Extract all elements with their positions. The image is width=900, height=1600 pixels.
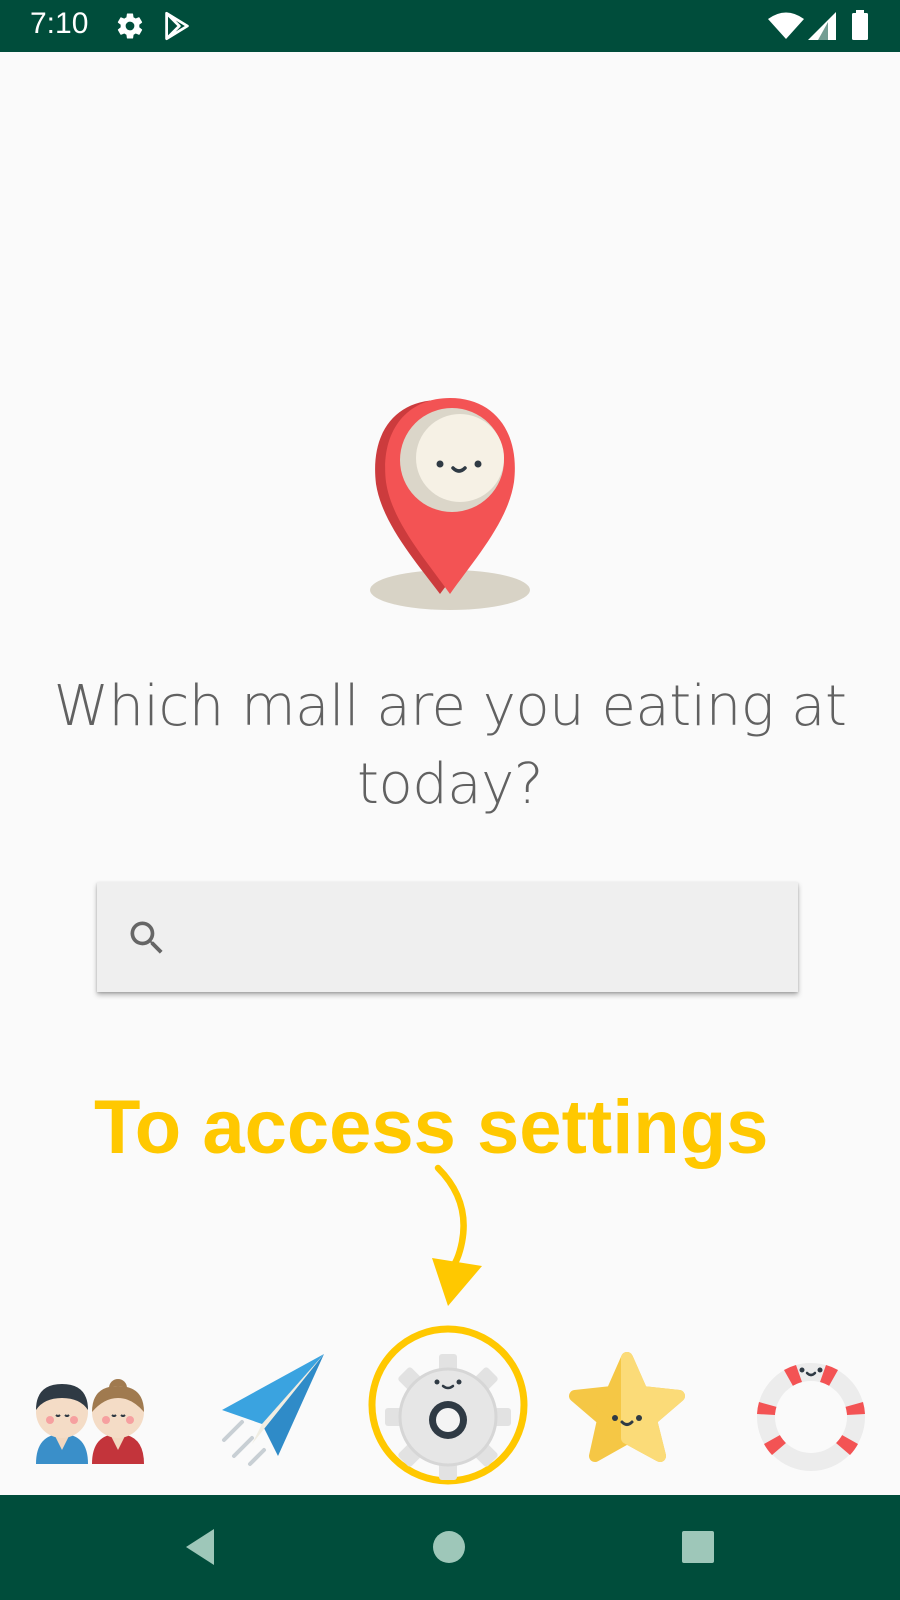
annotation-arrow-icon xyxy=(432,1164,482,1306)
recents-button[interactable] xyxy=(670,1519,726,1575)
system-navigation-bar xyxy=(0,1495,900,1600)
settings-gear-icon[interactable] xyxy=(383,1352,513,1482)
favorites-star-icon[interactable] xyxy=(565,1352,695,1482)
friends-icon[interactable] xyxy=(28,1352,158,1482)
send-paper-plane-icon[interactable] xyxy=(212,1352,342,1482)
home-button[interactable] xyxy=(421,1519,477,1575)
back-button[interactable] xyxy=(172,1519,228,1575)
help-lifebuoy-icon[interactable] xyxy=(746,1352,876,1482)
